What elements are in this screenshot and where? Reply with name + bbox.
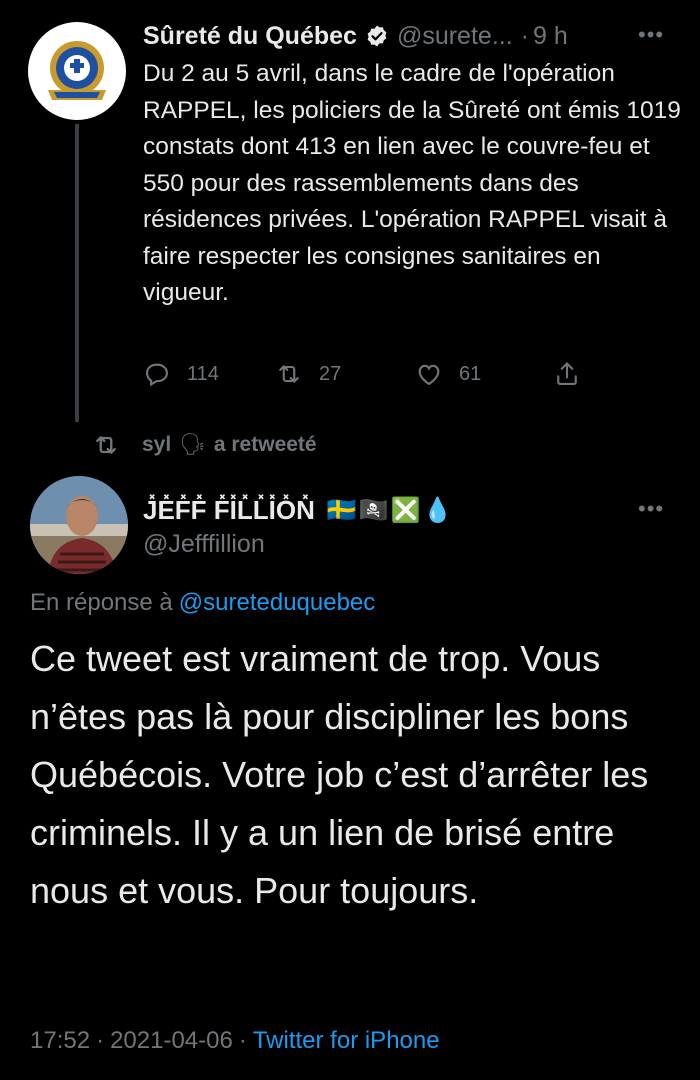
- retweet-button[interactable]: 27: [275, 356, 341, 392]
- author-name-emojis: 🇸🇪🏴‍☠️❎💧: [326, 496, 455, 524]
- retweet-icon: [279, 365, 299, 383]
- main-more-options-icon[interactable]: •••: [638, 494, 672, 524]
- retweet-count: 27: [319, 362, 342, 385]
- reply-prefix: En réponse à: [30, 589, 173, 616]
- main-author-handle[interactable]: @Jefffillion: [143, 528, 265, 560]
- like-button[interactable]: 61: [415, 356, 481, 392]
- tweet-date: 2021-04-06: [110, 1027, 233, 1054]
- reply-button[interactable]: 114: [143, 356, 219, 392]
- retweeter-name[interactable]: syl: [142, 433, 171, 457]
- verified-badge-icon: [367, 25, 387, 47]
- tweet-time: 17:52: [30, 1027, 91, 1054]
- retweet-label: a retweeté: [213, 433, 317, 456]
- parent-more-options-icon[interactable]: •••: [638, 20, 672, 50]
- parent-tweet-header: Sûreté du Québec @surete... · 9 h: [143, 18, 683, 54]
- avatar-jeff-fillion[interactable]: [30, 476, 128, 574]
- main-author-name[interactable]: J̽E̽F̽F̽ F̽I̽L̽L̽I̽O̽N̽: [143, 495, 315, 526]
- speaking-head-emoji: 🗣: [179, 433, 206, 456]
- parent-actions-bar: 114 27 61: [143, 356, 603, 392]
- avatar-surete-du-quebec[interactable]: [28, 22, 126, 120]
- share-button[interactable]: [553, 356, 581, 392]
- thread-connector-line: [75, 124, 79, 422]
- tweet-meta: 17:52 · 2021-04-06 · Twitter for iPhone: [30, 1024, 440, 1058]
- reply-context: En réponse à @sureteduquebec: [30, 586, 375, 620]
- like-count: 61: [459, 362, 482, 385]
- profile-photo: [30, 476, 128, 574]
- heart-icon: [418, 364, 440, 386]
- main-tweet-text: Ce tweet est vraiment de trop. Vous n’êt…: [30, 638, 649, 911]
- reply-count: 114: [187, 362, 219, 385]
- retweet-context: syl 🗣 a retweeté: [92, 428, 317, 462]
- retweet-context-icon: [96, 436, 116, 454]
- parent-timestamp[interactable]: 9 h: [533, 18, 568, 54]
- parent-time-separator: ·: [520, 22, 529, 50]
- parent-author-handle[interactable]: @surete...: [397, 18, 513, 54]
- parent-tweet-text: Du 2 au 5 avril, dans le cadre de l'opér…: [143, 60, 681, 306]
- meta-separator: ·: [238, 1027, 247, 1054]
- share-icon: [557, 362, 577, 385]
- meta-separator: ·: [96, 1027, 105, 1054]
- tweet-source-link[interactable]: Twitter for iPhone: [253, 1027, 440, 1054]
- police-badge-logo: [48, 41, 106, 100]
- reply-icon: [146, 363, 168, 387]
- parent-author-name[interactable]: Sûreté du Québec: [143, 18, 357, 54]
- main-author-name-row: J̽E̽F̽F̽ F̽I̽L̽L̽I̽O̽N̽ 🇸🇪🏴‍☠️❎💧: [143, 490, 454, 530]
- reply-handle-link[interactable]: @sureteduquebec: [179, 589, 376, 616]
